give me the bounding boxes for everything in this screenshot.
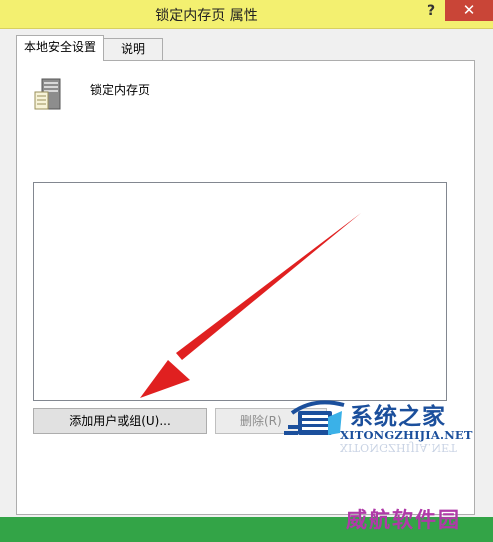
help-button[interactable]: ?: [420, 2, 442, 22]
window-title: 锁定内存页 属性: [155, 8, 258, 24]
user-group-list[interactable]: [33, 182, 447, 401]
close-button[interactable]: ✕: [445, 0, 493, 21]
title-bar: 锁定内存页 属性 ? ✕: [0, 0, 493, 29]
watermark-text-cn: 系统之家: [350, 404, 446, 430]
watermark-text-en: XITONGZHIJIA.NET: [340, 428, 473, 442]
tab-explain[interactable]: 说明: [103, 38, 163, 60]
watermark-reflection: XITONGZHIJIA.NET: [340, 441, 457, 454]
server-policy-icon: [34, 78, 61, 110]
policy-name: 锁定内存页: [90, 83, 151, 97]
watermark-bottom: 威航软件园: [346, 508, 461, 532]
add-user-or-group-button[interactable]: 添加用户或组(U)...: [33, 408, 207, 434]
tab-local-security-setting[interactable]: 本地安全设置: [16, 35, 104, 61]
